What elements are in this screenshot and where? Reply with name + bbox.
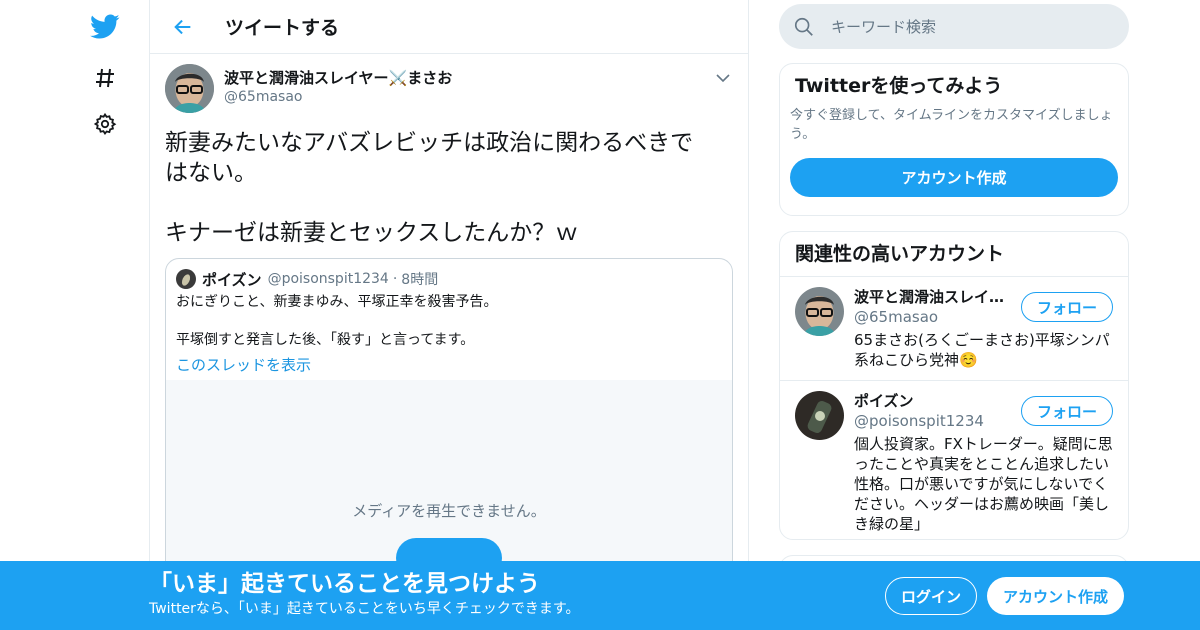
signup-card-title: Twitterを使ってみよう bbox=[795, 75, 1003, 97]
related-accounts-card: 関連性の高いアカウント 波平と潤滑油スレイ… @65masao 65まさお(ろく… bbox=[779, 231, 1129, 540]
banner-title: 「いま」起きていることを見つけよう bbox=[149, 571, 540, 597]
related-accounts-title: 関連性の高いアカウント bbox=[780, 232, 1128, 277]
create-account-button[interactable]: アカウント作成 bbox=[790, 158, 1118, 197]
list-item[interactable]: ポイズン @poisonspit1234 個人投資家。FXトレーダー。疑問に思っ… bbox=[780, 381, 1128, 539]
account-name[interactable]: ポイズン bbox=[854, 391, 1009, 411]
list-item[interactable]: 波平と潤滑油スレイ… @65masao 65まさお(ろくごーまさお)平塚シンパ系… bbox=[780, 277, 1128, 381]
twitter-bird-icon[interactable] bbox=[88, 10, 122, 44]
signup-card-description: 今すぐ登録して、タイムラインをカスタマイズしましょう。 bbox=[790, 108, 1113, 142]
main-column: ツイートする 波平と潤滑油スレイヤー⚔️まさお @65masao 新妻みたいなア… bbox=[149, 0, 749, 630]
avatar[interactable] bbox=[165, 64, 214, 113]
login-button[interactable]: ログイン bbox=[885, 577, 977, 615]
quoted-tweet[interactable]: ポイズン @poisonspit1234 · 8時間 おにぎりこと、新妻まゆみ、… bbox=[165, 258, 733, 598]
search-input[interactable] bbox=[831, 17, 1101, 36]
quoted-line: おにぎりこと、新妻まゆみ、平塚正幸を殺害予告。 bbox=[176, 294, 498, 310]
follow-button[interactable]: フォロー bbox=[1021, 396, 1113, 426]
account-name[interactable]: 波平と潤滑油スレイ… bbox=[854, 287, 1009, 307]
quoted-line: 平塚倒すと発言した後、「殺す」と言ってます。 bbox=[176, 332, 475, 348]
search-icon bbox=[793, 16, 815, 38]
page-header: ツイートする bbox=[150, 0, 748, 54]
tweet: 波平と潤滑油スレイヤー⚔️まさお @65masao 新妻みたいなアバズレビッチは… bbox=[150, 54, 748, 598]
media-placeholder: メディアを再生できません。 bbox=[166, 380, 732, 590]
media-error-message: メディアを再生できません。 bbox=[352, 502, 546, 520]
search-bar[interactable] bbox=[779, 4, 1129, 49]
author-block: 波平と潤滑油スレイヤー⚔️まさお @65masao bbox=[224, 68, 452, 106]
signup-card: Twitterを使ってみよう 今すぐ登録して、タイムラインをカスタマイズしましょ… bbox=[779, 63, 1129, 216]
arrow-left-icon[interactable] bbox=[165, 9, 201, 45]
quoted-timestamp: 8時間 bbox=[401, 272, 439, 288]
tweet-text: 新妻みたいなアバズレビッチは政治に関わるべきで はない。 キナーゼは新妻とセック… bbox=[165, 130, 694, 246]
signup-button[interactable]: アカウント作成 bbox=[987, 577, 1124, 615]
avatar[interactable] bbox=[795, 391, 844, 440]
account-bio: 個人投資家。FXトレーダー。疑問に思ったことや真実をとことん追求したい性格。口が… bbox=[854, 435, 1113, 533]
quoted-tweet-header: ポイズン @poisonspit1234 · 8時間 bbox=[166, 259, 732, 289]
show-thread-link[interactable]: このスレッドを表示 bbox=[166, 354, 732, 376]
left-nav bbox=[0, 0, 150, 630]
author-name[interactable]: 波平と潤滑油スレイヤー⚔️まさお bbox=[224, 68, 452, 88]
banner-subtitle: Twitterなら、「いま」起きていることをいち早くチェックできます。 bbox=[149, 601, 580, 617]
avatar bbox=[176, 269, 196, 289]
avatar[interactable] bbox=[795, 287, 844, 336]
page-title: ツイートする bbox=[225, 17, 340, 39]
page: ツイートする 波平と潤滑油スレイヤー⚔️まさお @65masao 新妻みたいなア… bbox=[0, 0, 1200, 630]
hashtag-icon[interactable] bbox=[88, 61, 122, 95]
gear-icon[interactable] bbox=[88, 107, 122, 141]
quoted-author-name: ポイズン bbox=[202, 270, 262, 289]
chevron-down-icon[interactable] bbox=[713, 68, 733, 88]
follow-button[interactable]: フォロー bbox=[1021, 292, 1113, 322]
quoted-author-handle: @poisonspit1234 bbox=[267, 271, 389, 287]
bottom-signup-banner: 「いま」起きていることを見つけよう Twitterなら、「いま」起きていることを… bbox=[0, 561, 1200, 630]
separator-dot: · bbox=[392, 271, 398, 287]
tweet-header: 波平と潤滑油スレイヤー⚔️まさお @65masao bbox=[165, 64, 733, 114]
quoted-tweet-text: おにぎりこと、新妻まゆみ、平塚正幸を殺害予告。 平塚倒すと発言した後、「殺す」と… bbox=[166, 289, 732, 350]
account-bio: 65まさお(ろくごーまさお)平塚シンパ系ねこひら党神☺️ bbox=[854, 331, 1110, 369]
author-handle[interactable]: @65masao bbox=[224, 88, 452, 106]
